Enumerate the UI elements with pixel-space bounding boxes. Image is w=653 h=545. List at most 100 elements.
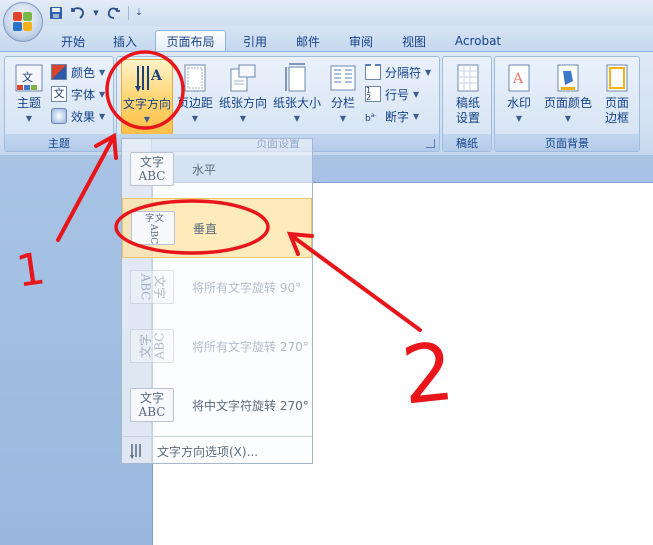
customize-toolbar-icon[interactable]: ⇣ — [135, 5, 143, 21]
watermark-url: jingyan.baidu.com — [508, 514, 610, 527]
fonts-icon: 文 — [51, 86, 67, 102]
title-bar: ▼ ⇣ — [0, 0, 653, 26]
themes-icon: 文 — [14, 63, 44, 93]
toolbar-separator — [128, 6, 129, 20]
rotate-90-text-icon: 文字 ABC — [130, 270, 174, 304]
effects-button[interactable]: 效果 ▼ — [51, 106, 105, 126]
manuscript-icon — [453, 63, 483, 93]
manuscript-label-line2: 设置 — [455, 111, 480, 125]
margins-icon — [180, 63, 210, 93]
page-borders-label-line2: 边框 — [604, 111, 629, 125]
text-direction-label: 文字方向 — [122, 97, 171, 111]
text-direction-button[interactable]: A 文字方向 ▼ — [121, 59, 173, 135]
effects-label: 效果 — [71, 109, 96, 124]
text-direction-menu: 文字 ABC 水平 文字 ABC 垂直 文字 ABC 将所有文字旋转 90° 文字 AB… — [121, 138, 313, 464]
hyphenation-icon: ba- — [365, 112, 377, 124]
chevron-down-icon: ▼ — [413, 89, 420, 99]
svg-text:A: A — [512, 71, 524, 87]
themes-button[interactable]: 文 主题 ▼ — [11, 63, 47, 126]
hyphenation-button[interactable]: ba- 断字 ▼ — [365, 106, 419, 126]
svg-text:文: 文 — [22, 70, 33, 84]
columns-icon — [328, 63, 358, 93]
menu-item-horizontal[interactable]: 文字 ABC 水平 — [122, 139, 312, 199]
page-color-button[interactable]: 页面颜色 ▼ — [541, 63, 595, 126]
tab-view[interactable]: 视图 — [391, 30, 437, 52]
office-button[interactable] — [3, 2, 43, 42]
redo-icon[interactable] — [106, 5, 122, 21]
page-borders-button[interactable]: 页面 边框 — [599, 63, 635, 126]
text-direction-options-icon — [128, 442, 146, 460]
effects-icon — [51, 108, 67, 124]
manuscript-group: 稿纸 设置 稿纸 — [442, 56, 492, 152]
columns-label: 分栏 — [330, 96, 355, 110]
ribbon-tabs: 开始 插入 页面布局 引用 邮件 审阅 视图 Acrobat — [0, 26, 653, 52]
orientation-label: 纸张方向 — [218, 96, 267, 110]
ribbon: 文 主题 ▼ 颜色 ▼ 文 字体 ▼ 效果 ▼ 主题 A 文字方向 ▼ 页边距 … — [0, 51, 653, 155]
line-numbers-label: 行号 — [385, 87, 410, 102]
tab-home[interactable]: 开始 — [48, 30, 98, 52]
text-direction-options-label: 文字方向选项(X)... — [157, 444, 259, 459]
manuscript-group-label: 稿纸 — [443, 134, 491, 151]
tab-mailings[interactable]: 邮件 — [285, 30, 331, 52]
chevron-down-icon: ▼ — [293, 114, 301, 123]
rotate-cjk-text-icon: 文字 ABC — [130, 388, 174, 422]
themes-label: 主题 — [16, 96, 41, 110]
page-background-group-label: 页面背景 — [495, 134, 639, 151]
breaks-button[interactable]: 分隔符 ▼ — [365, 62, 431, 82]
menu-item-rotate-cjk-270[interactable]: 文字 ABC 将中文字符旋转 270° — [122, 375, 312, 435]
chevron-down-icon: ▼ — [99, 89, 106, 99]
watermark-brand: Bai 经验 — [500, 489, 597, 514]
chevron-down-icon: ▼ — [191, 114, 199, 123]
rotate-270-text-icon: 文字 ABC — [130, 329, 174, 363]
manuscript-label-line1: 稿纸 — [455, 96, 480, 110]
menu-item-label: 将所有文字旋转 90° — [192, 280, 302, 295]
hyphenation-label: 断字 — [385, 109, 410, 124]
tab-review[interactable]: 审阅 — [338, 30, 384, 52]
text-direction-icon: A — [132, 64, 163, 94]
menu-item-label: 水平 — [192, 162, 217, 177]
margins-button[interactable]: 页边距 ▼ — [175, 63, 215, 126]
dropdown-icon[interactable]: ▼ — [92, 5, 100, 21]
colors-icon — [51, 64, 67, 80]
manuscript-settings-button[interactable]: 稿纸 设置 — [449, 63, 487, 126]
undo-icon[interactable] — [70, 5, 86, 21]
chevron-down-icon: ▼ — [425, 67, 432, 77]
page-color-icon — [553, 63, 583, 93]
size-icon — [282, 63, 312, 93]
breaks-label: 分隔符 — [385, 65, 422, 80]
tab-references[interactable]: 引用 — [232, 30, 278, 52]
vertical-text-icon: 文字 ABC — [131, 211, 175, 245]
menu-item-rotate-90[interactable]: 文字 ABC 将所有文字旋转 90° — [122, 257, 312, 317]
chevron-down-icon: ▼ — [99, 111, 106, 121]
size-button[interactable]: 纸张大小 ▼ — [271, 63, 323, 126]
line-numbers-button[interactable]: 12 行号 ▼ — [365, 84, 419, 104]
columns-button[interactable]: 分栏 ▼ — [325, 63, 361, 126]
colors-button[interactable]: 颜色 ▼ — [51, 62, 105, 82]
menu-item-vertical[interactable]: 文字 ABC 垂直 — [122, 198, 312, 258]
dialog-launcher-icon[interactable] — [426, 139, 435, 148]
tab-page-layout[interactable]: 页面布局 — [155, 30, 226, 52]
chevron-down-icon: ▼ — [239, 114, 247, 123]
quick-access-toolbar: ▼ ⇣ — [48, 4, 143, 22]
chevron-down-icon: ▼ — [143, 115, 151, 124]
menu-item-text-direction-options[interactable]: 文字方向选项(X)... — [122, 438, 312, 464]
tab-insert[interactable]: 插入 — [102, 30, 148, 52]
orientation-button[interactable]: 纸张方向 ▼ — [217, 63, 269, 126]
tab-acrobat[interactable]: Acrobat — [447, 30, 509, 52]
fonts-label: 字体 — [71, 87, 96, 102]
margins-label: 页边距 — [176, 96, 213, 110]
chevron-down-icon: ▼ — [339, 114, 347, 123]
fonts-button[interactable]: 文 字体 ▼ — [51, 84, 105, 104]
menu-item-rotate-270[interactable]: 文字 ABC 将所有文字旋转 270° — [122, 316, 312, 376]
page-color-label: 页面颜色 — [543, 96, 592, 110]
office-logo-icon — [13, 12, 33, 32]
chevron-down-icon: ▼ — [25, 114, 33, 123]
watermark-button[interactable]: A 水印 ▼ — [501, 63, 537, 126]
chevron-down-icon: ▼ — [515, 114, 523, 123]
chevron-down-icon: ▼ — [99, 67, 106, 77]
menu-item-label: 垂直 — [193, 221, 218, 236]
chevron-down-icon: ▼ — [413, 111, 420, 121]
menu-separator — [122, 436, 312, 437]
save-icon[interactable] — [48, 5, 64, 21]
svg-text:A: A — [150, 68, 162, 84]
